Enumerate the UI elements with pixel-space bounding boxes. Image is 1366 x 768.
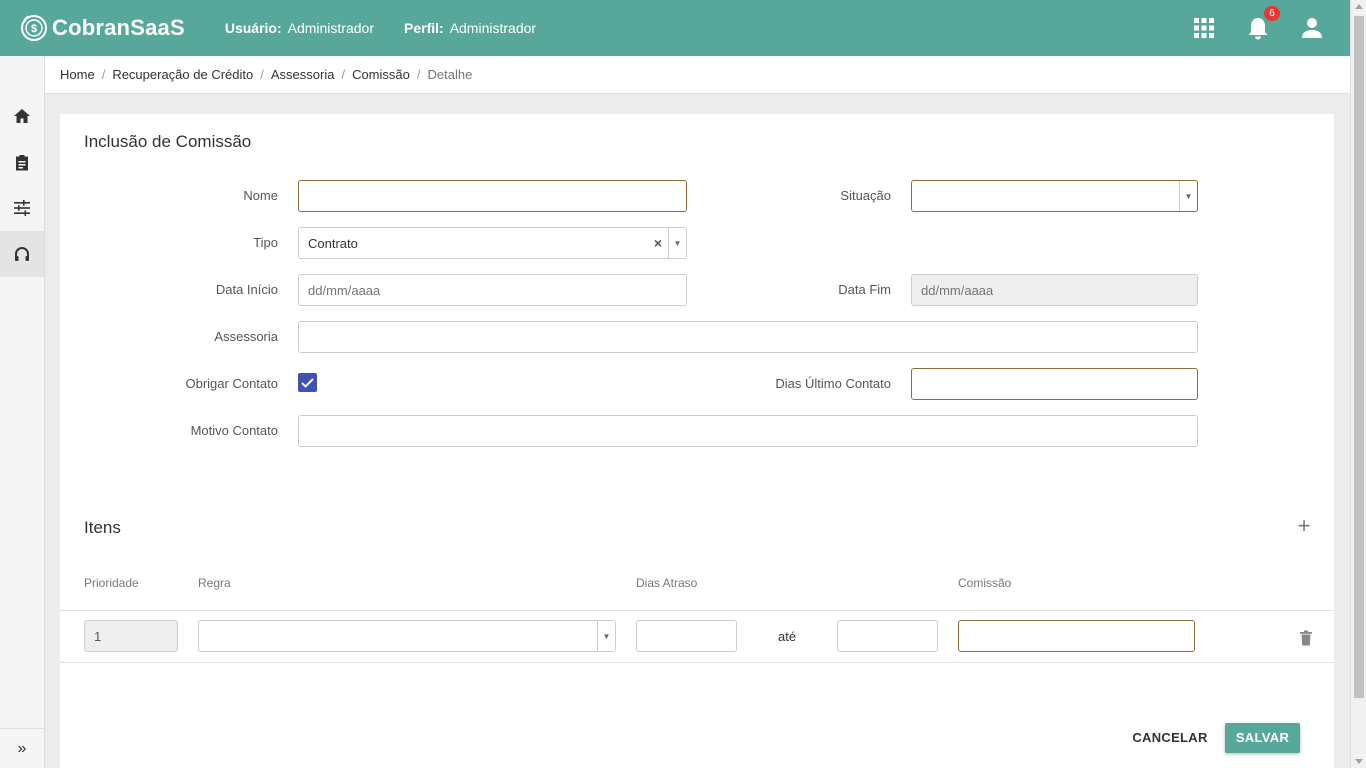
page-scrollbar[interactable] (1350, 0, 1366, 768)
cancel-button[interactable]: CANCELAR (1126, 723, 1214, 753)
sidebar-item-support[interactable] (0, 231, 44, 277)
sidebar-item-home[interactable] (0, 93, 44, 139)
check-icon (301, 377, 314, 388)
profile-value: Administrador (449, 20, 537, 36)
comissao-input[interactable] (958, 620, 1195, 652)
clear-icon[interactable]: × (648, 235, 668, 251)
add-item-button[interactable]: + (1296, 513, 1312, 538)
data-fim-label: Data Fim (838, 282, 891, 297)
ate-label: até (778, 629, 797, 644)
column-comissao: Comissão (958, 576, 1012, 590)
bell-icon[interactable]: 6 (1246, 6, 1280, 40)
breadcrumb-home[interactable]: Home (60, 67, 95, 82)
home-icon (14, 109, 30, 123)
dias-ultimo-contato-input[interactable] (911, 368, 1198, 400)
headset-icon (15, 247, 29, 261)
dias-ultimo-contato-label: Dias Último Contato (775, 376, 891, 391)
prioridade-input (84, 620, 178, 652)
save-button[interactable]: SALVAR (1225, 723, 1300, 753)
data-inicio-label: Data Início (215, 282, 278, 297)
sidebar-item-tasks[interactable] (0, 139, 44, 185)
situacao-select[interactable]: ▼ (911, 180, 1198, 212)
notification-badge: 6 (1264, 6, 1280, 21)
assessoria-label: Assessoria (214, 329, 278, 344)
logo-icon: $ (21, 15, 47, 41)
motivo-contato-label: Motivo Contato (190, 423, 278, 438)
nome-input[interactable] (298, 180, 687, 212)
user-value: Administrador (287, 20, 374, 36)
sliders-icon (14, 200, 30, 216)
regra-select[interactable]: ▼ (198, 620, 616, 652)
scroll-thumb[interactable] (1354, 16, 1364, 698)
chevron-down-icon: ▼ (668, 228, 686, 258)
breadcrumb: Home / Recuperação de Crédito / Assessoria… (45, 56, 1350, 94)
situacao-label: Situação (840, 188, 891, 203)
breadcrumb-assessoria[interactable]: Assessoria (271, 67, 335, 82)
user-label: Usuário: (224, 20, 282, 36)
chevron-double-right-icon: » (17, 739, 27, 757)
sidebar-item-settings[interactable] (0, 185, 44, 231)
chevron-down-icon: ▼ (597, 621, 615, 651)
chevron-down-icon: ▼ (1179, 181, 1197, 211)
app-header: $ CobranSaaS Usuário: Administrador Perfi… (0, 0, 1350, 56)
nome-label: Nome (243, 188, 278, 203)
plus-icon: + (1297, 513, 1311, 538)
scroll-down-icon[interactable] (1355, 759, 1363, 764)
column-regra: Regra (198, 576, 231, 590)
breadcrumb-recuperacao[interactable]: Recuperação de Crédito (112, 67, 253, 82)
table-row: ▼ até (60, 610, 1334, 663)
apps-grid-icon[interactable] (1192, 16, 1216, 40)
dias-atraso-ate-input[interactable] (837, 620, 938, 652)
user-icon[interactable] (1300, 16, 1324, 40)
breadcrumb-detalhe: Detalhe (427, 67, 473, 82)
svg-text:$: $ (31, 23, 37, 35)
scroll-up-icon[interactable] (1355, 4, 1363, 9)
assessoria-input[interactable] (298, 321, 1198, 353)
tipo-value: Contrato (308, 235, 358, 251)
column-dias-atraso: Dias Atraso (636, 576, 698, 590)
logo[interactable]: $ CobranSaaS (20, 14, 185, 42)
page-title: Inclusão de Comissão (84, 132, 252, 151)
sidebar: » (0, 56, 45, 768)
breadcrumb-comissao[interactable]: Comissão (352, 67, 410, 82)
column-prioridade: Prioridade (84, 576, 139, 590)
itens-title: Itens (84, 518, 121, 537)
dias-atraso-de-input[interactable] (636, 620, 737, 652)
data-fim-input (911, 274, 1198, 306)
sidebar-expand-button[interactable]: » (0, 728, 44, 768)
clipboard-icon (16, 154, 28, 170)
profile-label: Perfil: (404, 20, 444, 36)
trash-icon[interactable] (1299, 630, 1313, 646)
tipo-label: Tipo (253, 235, 278, 250)
obrigar-contato-checkbox[interactable] (298, 373, 317, 392)
data-inicio-input[interactable] (298, 274, 687, 306)
user-info: Usuário: Administrador Perfil: Administrad… (225, 20, 566, 36)
logo-text: CobranSaaS (52, 15, 185, 40)
tipo-select[interactable]: Contrato × ▼ (298, 227, 687, 259)
form-card: Inclusão de Comissão Nome Situação ▼ Tip… (60, 114, 1334, 768)
obrigar-contato-label: Obrigar Contato (185, 376, 279, 391)
motivo-contato-input[interactable] (298, 415, 1198, 447)
